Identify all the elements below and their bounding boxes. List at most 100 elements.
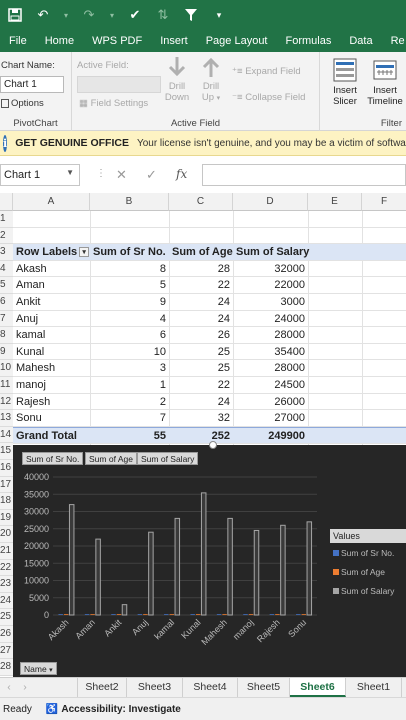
accessibility-status[interactable]: ♿ Accessibility: Investigate (46, 704, 181, 715)
table-cell[interactable]: manoj (13, 377, 90, 394)
table-cell[interactable]: 24 (169, 311, 233, 328)
customize-toolbar-icon[interactable]: ▾ (210, 6, 228, 24)
table-cell[interactable]: 6 (90, 327, 169, 344)
field-settings-button[interactable]: ▦ Field Settings (79, 98, 148, 109)
row-header[interactable]: 1 (0, 211, 13, 228)
redo-dropdown-icon[interactable]: ▾ (108, 6, 116, 24)
row-header[interactable]: 23 (0, 576, 13, 593)
genuine-title[interactable]: GET GENUINE OFFICE (15, 137, 129, 149)
table-cell[interactable]: 3000 (233, 294, 308, 311)
table-cell[interactable]: Kunal (13, 344, 90, 361)
tab-page-layout[interactable]: Page Layout (197, 35, 277, 47)
sheet-tab-sheet3[interactable]: Sheet3 (127, 678, 183, 697)
insert-timeline-button[interactable]: Insert Timeline (364, 58, 406, 107)
sheet-tab-sheet4[interactable]: Sheet4 (183, 678, 238, 697)
table-cell[interactable]: 27000 (233, 410, 308, 427)
table-cell[interactable]: Ankit (13, 294, 90, 311)
row-header[interactable]: 8 (0, 327, 13, 344)
header-salary[interactable]: Sum of Salary (233, 244, 309, 261)
row-header[interactable]: 16 (0, 460, 13, 477)
row-header[interactable]: 11 (0, 377, 13, 394)
table-cell[interactable]: 24500 (233, 377, 308, 394)
scroll-left-icon[interactable]: ‹ (2, 678, 16, 697)
column-header-b[interactable]: B (90, 193, 169, 211)
options-button[interactable]: Options (1, 98, 44, 109)
table-cell[interactable]: 7 (90, 410, 169, 427)
enter-icon[interactable]: ✓ (146, 167, 157, 183)
row-header[interactable]: 12 (0, 393, 13, 411)
tab-file[interactable]: File (0, 35, 36, 47)
column-header-f[interactable]: F (362, 193, 406, 211)
table-cell[interactable]: 24000 (233, 311, 308, 328)
table-cell[interactable]: 9 (90, 294, 169, 311)
name-box[interactable]: Chart 1 ▼ (0, 164, 80, 186)
row-header[interactable]: 17 (0, 476, 13, 494)
tab-data[interactable]: Data (340, 35, 381, 47)
table-cell[interactable]: 4 (90, 311, 169, 328)
row-header[interactable]: 4 (0, 260, 13, 278)
row-header[interactable]: 25 (0, 609, 13, 626)
chart-legend[interactable]: Values Sum of Sr No. Sum of Age Sum of S… (330, 529, 406, 599)
row-labels-filter-icon[interactable]: ▾ (79, 247, 90, 258)
table-cell[interactable]: 22000 (233, 277, 308, 294)
grand-total-salary[interactable]: 249900 (233, 428, 308, 445)
row-header[interactable]: 10 (0, 360, 13, 377)
row-header[interactable]: 14 (0, 426, 13, 444)
scroll-right-icon[interactable]: › (18, 678, 32, 697)
sheet-tab-sheet1[interactable]: Sheet1 (346, 678, 402, 697)
table-cell[interactable]: 24 (169, 394, 233, 411)
tab-insert[interactable]: Insert (151, 35, 197, 47)
table-cell[interactable]: 24 (169, 294, 233, 311)
table-cell[interactable]: 1 (90, 377, 169, 394)
grand-total-label[interactable]: Grand Total (13, 428, 90, 445)
table-cell[interactable]: 35400 (233, 344, 308, 361)
table-cell[interactable]: 25 (169, 344, 233, 361)
table-cell[interactable]: 25 (169, 360, 233, 377)
formula-input[interactable] (202, 164, 406, 186)
insert-slicer-button[interactable]: Insert Slicer (328, 58, 362, 107)
table-cell[interactable]: Rajesh (13, 394, 90, 411)
row-header[interactable]: 9 (0, 343, 13, 361)
undo-dropdown-icon[interactable]: ▾ (62, 6, 70, 24)
pivot-chart[interactable]: Sum of Sr No. Sum of Age Sum of Salary 0… (13, 445, 406, 677)
sheet-tab-sheet2[interactable]: Sheet2 (77, 678, 127, 697)
name-field-button[interactable]: Name ▾ (20, 662, 57, 675)
grand-total-age[interactable]: 252 (169, 428, 233, 445)
row-header[interactable]: 21 (0, 543, 13, 560)
table-cell[interactable]: Anuj (13, 311, 90, 328)
table-cell[interactable]: 32 (169, 410, 233, 427)
table-cell[interactable]: 2 (90, 394, 169, 411)
header-sr-no[interactable]: Sum of Sr No. (90, 244, 169, 261)
tab-review[interactable]: Re (382, 35, 406, 47)
sheet-tab-sheet5[interactable]: Sheet5 (238, 678, 290, 697)
column-header-e[interactable]: E (308, 193, 362, 211)
row-header[interactable]: 26 (0, 626, 13, 643)
chart-name-input[interactable]: Chart 1 (0, 76, 64, 93)
table-cell[interactable]: Sonu (13, 410, 90, 427)
table-cell[interactable]: 28 (169, 261, 233, 278)
insert-function-icon[interactable]: fx (176, 167, 187, 181)
row-header[interactable]: 3 (0, 244, 13, 261)
table-cell[interactable]: 28000 (233, 327, 308, 344)
select-all-corner[interactable] (0, 193, 13, 211)
save-icon[interactable] (6, 6, 24, 24)
table-cell[interactable]: 26000 (233, 394, 308, 411)
tab-formulas[interactable]: Formulas (277, 35, 341, 47)
table-cell[interactable]: 10 (90, 344, 169, 361)
row-header[interactable]: 5 (0, 277, 13, 294)
table-cell[interactable]: 5 (90, 277, 169, 294)
grand-total-sr-no[interactable]: 55 (90, 428, 169, 445)
row-header[interactable]: 13 (0, 410, 13, 427)
row-labels-header[interactable]: Row Labels ▾ (13, 244, 90, 261)
column-header-d[interactable]: D (233, 193, 308, 211)
table-cell[interactable]: 32000 (233, 261, 308, 278)
drill-up-button[interactable]: Drill Up ▾ (196, 56, 226, 104)
row-header[interactable]: 19 (0, 509, 13, 527)
row-header[interactable]: 28 (0, 659, 13, 676)
redo-icon[interactable]: ↷ (80, 6, 98, 24)
tab-wps-pdf[interactable]: WPS PDF (83, 35, 151, 47)
cancel-icon[interactable]: ✕ (116, 167, 127, 183)
table-cell[interactable]: 22 (169, 277, 233, 294)
expand-field-button[interactable]: ⁺≡ Expand Field (232, 66, 301, 77)
row-header[interactable]: 27 (0, 642, 13, 660)
